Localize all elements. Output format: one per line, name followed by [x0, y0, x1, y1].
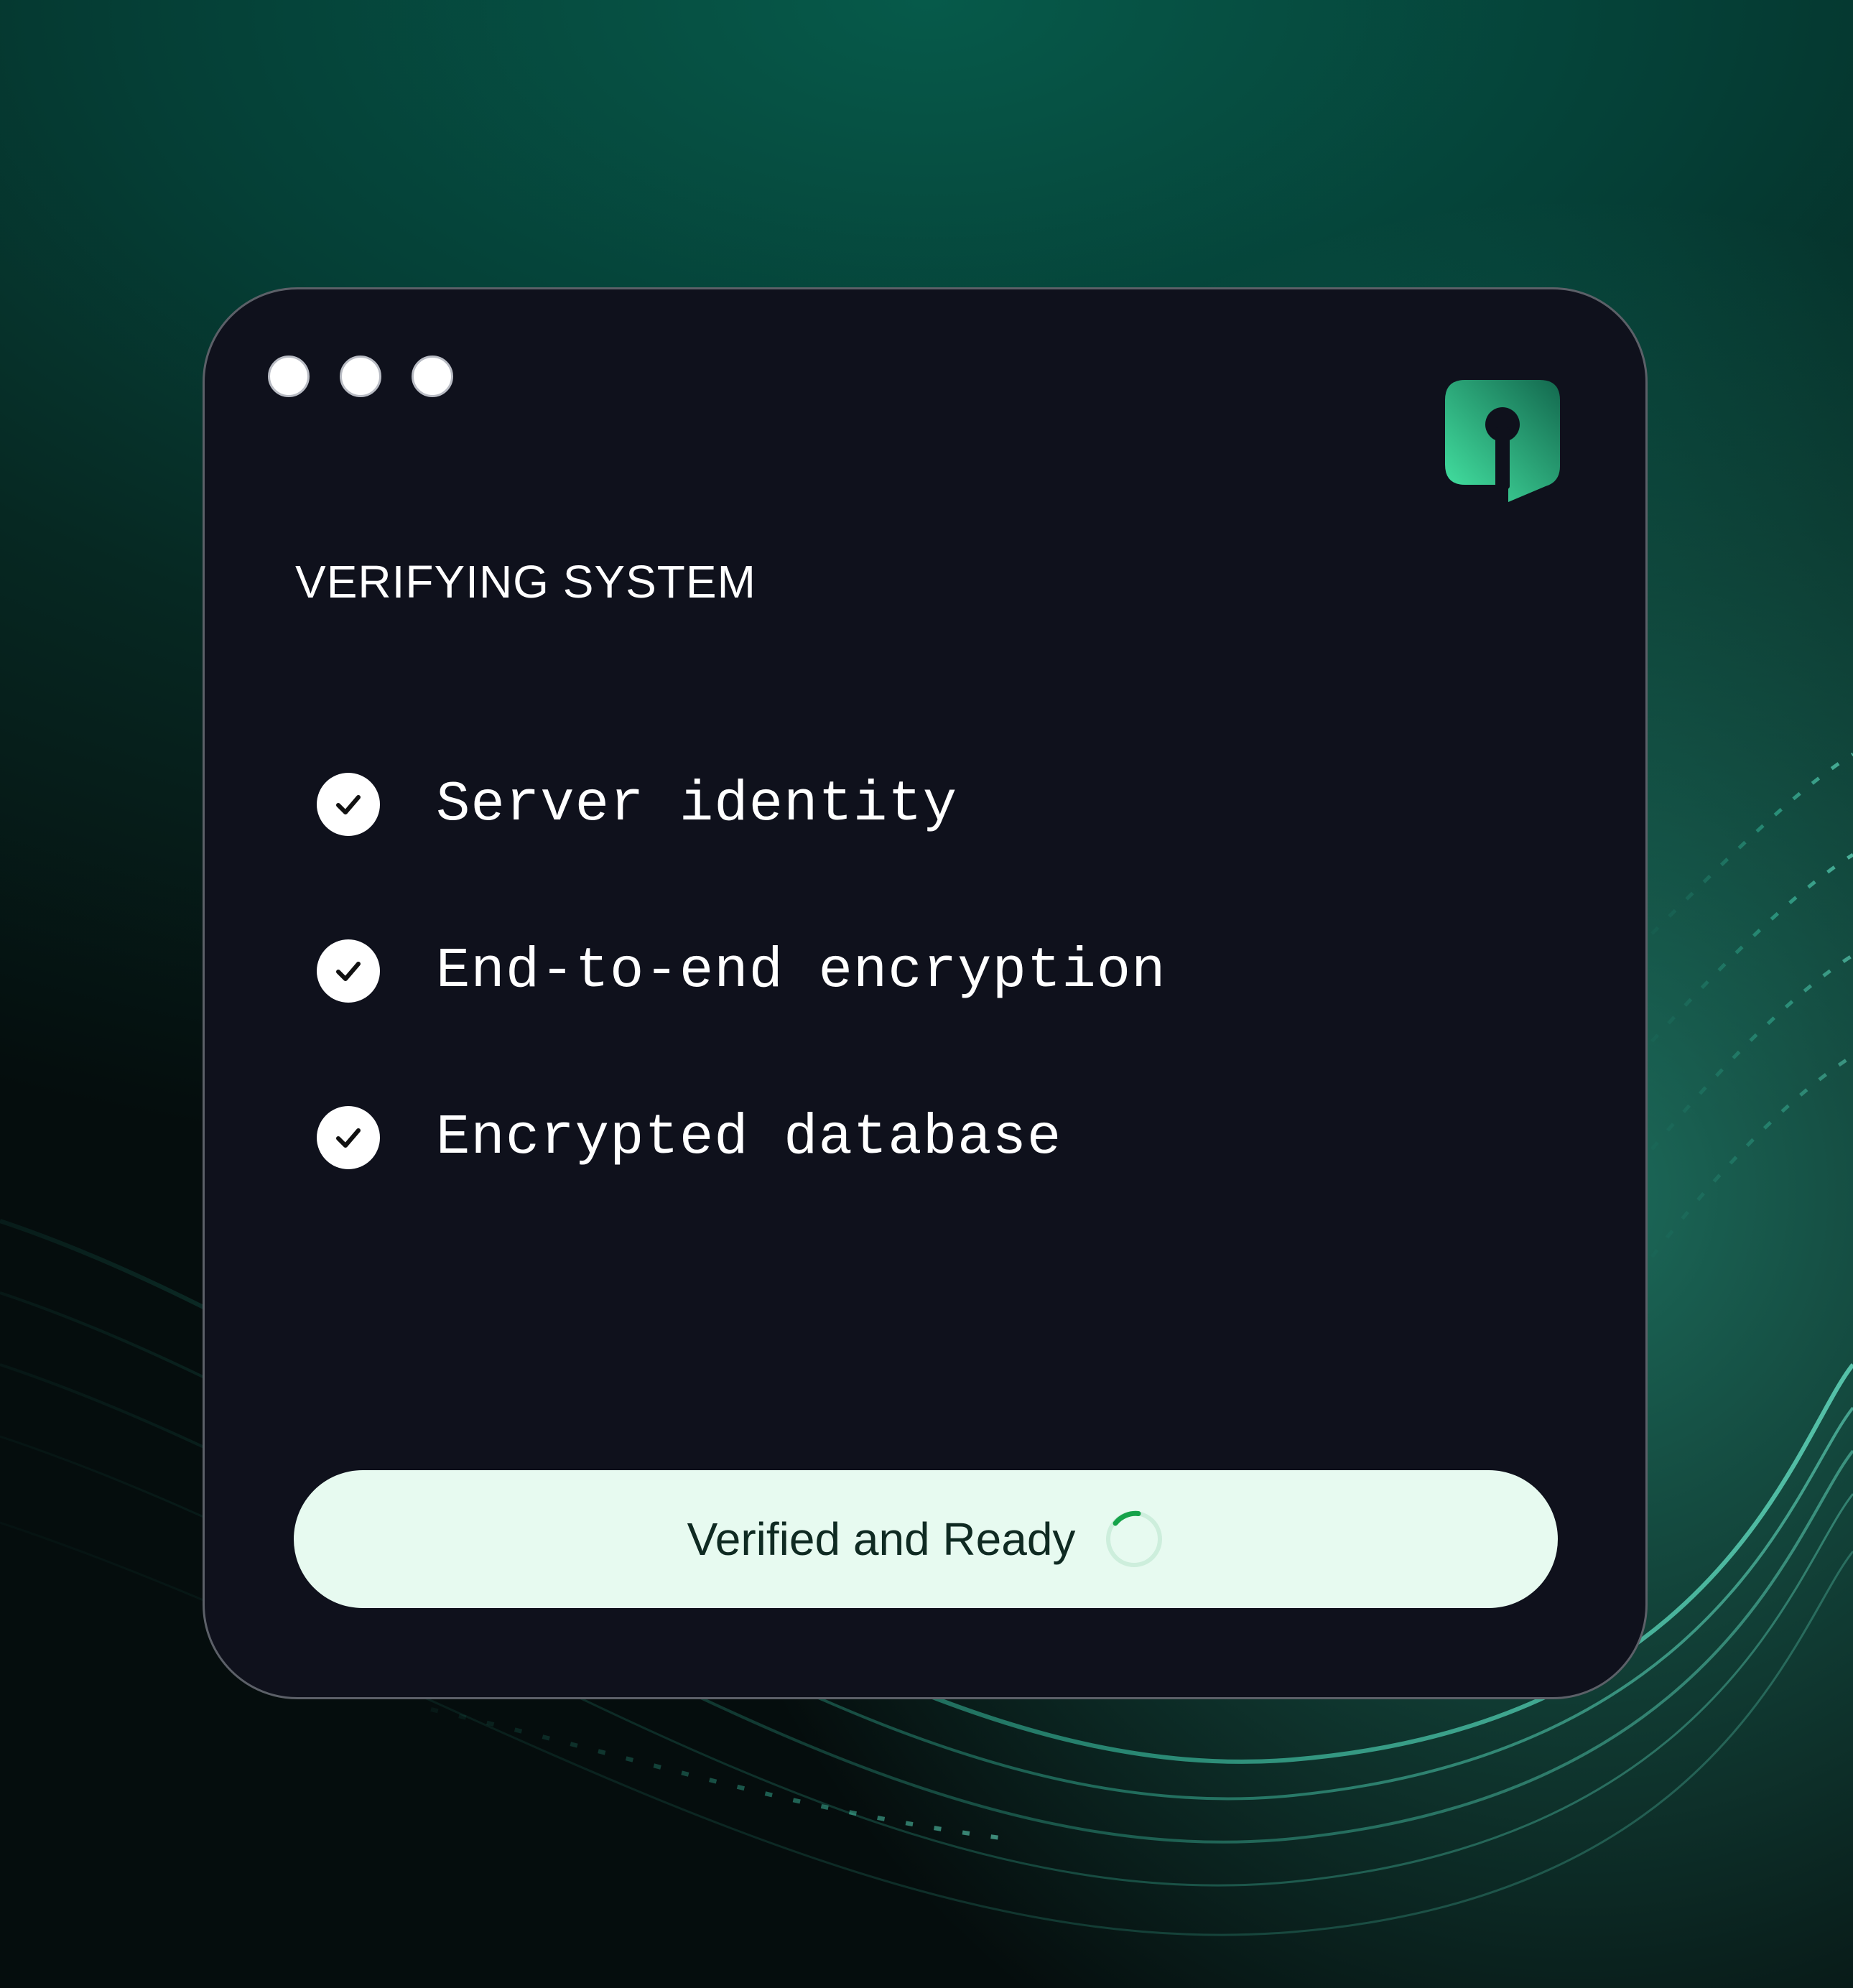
verification-window: VERIFYING SYSTEM Server identity End-to-… [203, 287, 1648, 1699]
list-item: Encrypted database [317, 1105, 1062, 1170]
check-circle-icon [317, 1106, 380, 1169]
verified-ready-button[interactable]: Verified and Ready [294, 1470, 1558, 1608]
window-dot-icon[interactable] [412, 356, 453, 397]
status-button-label: Verified and Ready [687, 1513, 1076, 1565]
window-dot-icon[interactable] [268, 356, 310, 397]
list-item: Server identity [317, 772, 957, 837]
window-controls [268, 356, 453, 397]
checklist-label: Server identity [436, 772, 958, 837]
check-circle-icon [317, 773, 380, 836]
checklist-label: End-to-end encryption [436, 939, 1166, 1003]
window-dot-icon[interactable] [340, 356, 381, 397]
loading-spinner-icon [1106, 1510, 1163, 1567]
keyhole-shield-icon [1445, 380, 1560, 502]
check-circle-icon [317, 939, 380, 1003]
checklist-label: Encrypted database [436, 1105, 1062, 1170]
page-title: VERIFYING SYSTEM [295, 556, 756, 608]
list-item: End-to-end encryption [317, 939, 1166, 1003]
